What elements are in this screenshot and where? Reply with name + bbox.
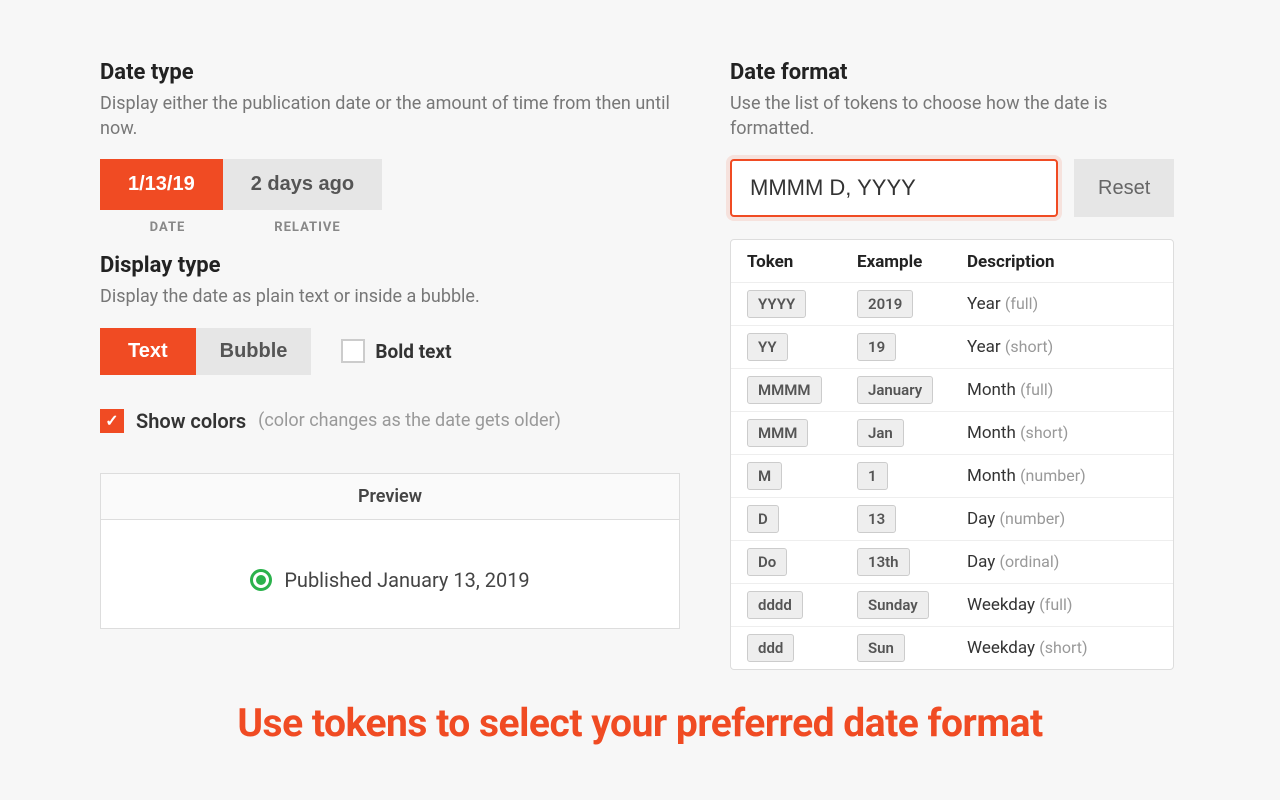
example-chip: January — [857, 376, 933, 404]
display-type-section: Display type Display the date as plain t… — [100, 253, 680, 374]
token-desc: Year — [967, 294, 1005, 314]
token-desc-sub: (short) — [1039, 638, 1087, 657]
example-chip: 13 — [857, 505, 896, 533]
token-row: YYYY 2019 Year (full) — [731, 282, 1173, 325]
show-colors-row[interactable]: Show colors (color changes as the date g… — [100, 409, 680, 433]
token-desc-sub: (short) — [1005, 337, 1053, 356]
token-desc: Weekday — [967, 595, 1039, 615]
token-row: dddd Sunday Weekday (full) — [731, 583, 1173, 626]
display-text-button[interactable]: Text — [100, 328, 196, 375]
token-desc: Day — [967, 552, 1000, 572]
token-desc: Day — [967, 509, 1000, 529]
token-desc-sub: (full) — [1039, 595, 1072, 614]
display-type-title: Display type — [100, 253, 680, 278]
token-chip[interactable]: M — [747, 462, 782, 490]
show-colors-checkbox[interactable] — [100, 409, 124, 433]
token-desc-sub: (short) — [1020, 423, 1068, 442]
banner-text: Use tokens to select your preferred date… — [0, 700, 1280, 746]
token-desc-sub: (number) — [1000, 509, 1066, 528]
token-chip[interactable]: dddd — [747, 591, 803, 619]
col-desc-header: Description — [967, 252, 1157, 272]
token-chip[interactable]: YY — [747, 333, 788, 361]
token-chip[interactable]: MMM — [747, 419, 808, 447]
col-example-header: Example — [857, 252, 967, 272]
token-chip[interactable]: Do — [747, 548, 787, 576]
token-chip[interactable]: YYYY — [747, 290, 806, 318]
token-table: Token Example Description YYYY 2019 Year (… — [730, 239, 1174, 670]
date-format-input[interactable] — [730, 159, 1058, 217]
token-chip[interactable]: ddd — [747, 634, 794, 662]
token-desc-sub: (ordinal) — [1000, 552, 1060, 571]
bold-text-checkbox-wrap[interactable]: Bold text — [341, 339, 451, 363]
display-type-desc: Display the date as plain text or inside… — [100, 284, 680, 309]
display-type-toggle: Text Bubble — [100, 328, 311, 375]
example-chip: 13th — [857, 548, 910, 576]
token-desc-sub: (full) — [1005, 294, 1038, 313]
relative-label: RELATIVE — [235, 220, 380, 235]
example-chip: Jan — [857, 419, 904, 447]
example-chip: 2019 — [857, 290, 913, 318]
example-chip: 1 — [857, 462, 888, 490]
date-label: DATE — [100, 220, 235, 235]
date-type-date-button[interactable]: 1/13/19 — [100, 159, 223, 210]
date-format-title: Date format — [730, 60, 1174, 85]
example-chip: Sunday — [857, 591, 929, 619]
example-chip: 19 — [857, 333, 896, 361]
token-desc: Month — [967, 380, 1020, 400]
token-chip[interactable]: MMMM — [747, 376, 822, 404]
preview-text: Published January 13, 2019 — [284, 568, 529, 592]
token-desc: Year — [967, 337, 1005, 357]
show-colors-label: Show colors — [136, 409, 246, 433]
bold-text-label: Bold text — [375, 340, 451, 363]
token-desc-sub: (full) — [1020, 380, 1053, 399]
show-colors-hint: (color changes as the date gets older) — [258, 410, 561, 431]
status-dot-icon — [250, 569, 272, 591]
date-type-desc: Display either the publication date or t… — [100, 91, 680, 141]
reset-button[interactable]: Reset — [1074, 159, 1174, 217]
display-bubble-button[interactable]: Bubble — [196, 328, 312, 375]
token-desc: Weekday — [967, 638, 1039, 658]
date-type-section: Date type Display either the publication… — [100, 60, 680, 235]
example-chip: Sun — [857, 634, 905, 662]
token-row: Do 13th Day (ordinal) — [731, 540, 1173, 583]
preview-title: Preview — [101, 474, 679, 520]
token-row: D 13 Day (number) — [731, 497, 1173, 540]
token-row: ddd Sun Weekday (short) — [731, 626, 1173, 669]
token-row: YY 19 Year (short) — [731, 325, 1173, 368]
date-type-relative-button[interactable]: 2 days ago — [223, 159, 382, 210]
preview-box: Preview Published January 13, 2019 — [100, 473, 680, 629]
token-row: MMM Jan Month (short) — [731, 411, 1173, 454]
token-desc: Month — [967, 423, 1020, 443]
token-row: M 1 Month (number) — [731, 454, 1173, 497]
token-desc: Month — [967, 466, 1020, 486]
bold-text-checkbox[interactable] — [341, 339, 365, 363]
token-row: MMMM January Month (full) — [731, 368, 1173, 411]
token-desc-sub: (number) — [1020, 466, 1086, 485]
col-token-header: Token — [747, 252, 857, 272]
date-type-toggle: 1/13/19 2 days ago — [100, 159, 382, 210]
token-chip[interactable]: D — [747, 505, 779, 533]
date-format-desc: Use the list of tokens to choose how the… — [730, 91, 1174, 141]
date-type-title: Date type — [100, 60, 680, 85]
